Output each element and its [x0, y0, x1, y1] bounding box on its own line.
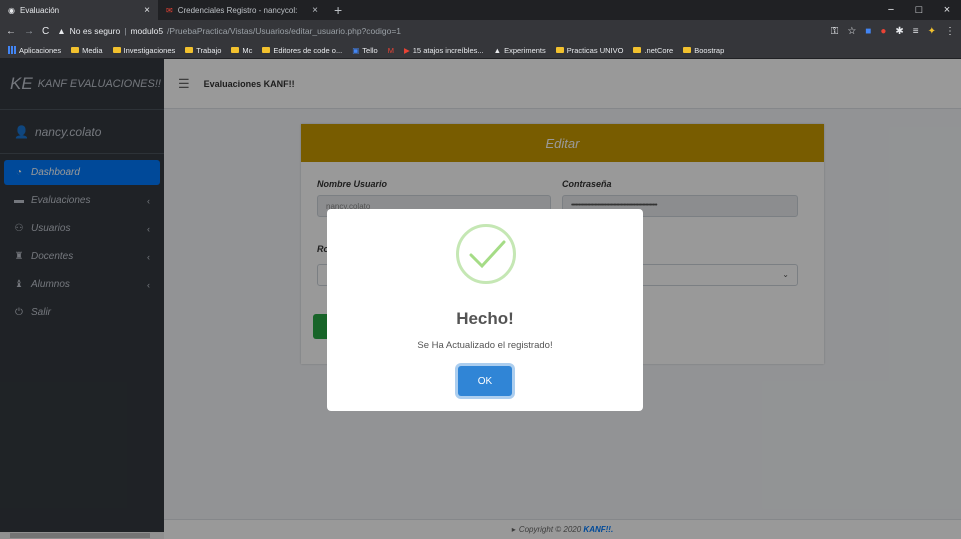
- address-bar[interactable]: ▲ No es seguro | modulo5/PruebaPractica/…: [57, 23, 822, 39]
- bookmarks-bar: Aplicaciones Media Investigaciones Traba…: [0, 42, 961, 59]
- bookmark-folder[interactable]: Practicas UNIVO: [555, 46, 623, 55]
- insecure-label: No es seguro: [69, 26, 121, 36]
- minimize-icon[interactable]: −: [877, 0, 905, 20]
- maximize-icon[interactable]: □: [905, 0, 933, 20]
- bookmark-folder[interactable]: Investigaciones: [112, 46, 175, 55]
- success-dialog: Hecho! Se Ha Actualizado el registrado! …: [327, 209, 643, 411]
- globe-icon: ◉: [8, 5, 15, 15]
- close-window-icon[interactable]: ×: [933, 0, 961, 20]
- tab-title: Evaluación: [19, 5, 60, 15]
- new-tab-button[interactable]: +: [326, 0, 350, 20]
- bookmark-gmail[interactable]: M: [388, 46, 394, 55]
- success-check-icon: [456, 224, 516, 284]
- tab-evaluacion[interactable]: ◉ Evaluación ×: [0, 0, 158, 20]
- star-icon[interactable]: ☆: [847, 26, 856, 37]
- url-path: /PruebaPractica/Vistas/Usuarios/editar_u…: [167, 26, 402, 36]
- youtube-icon: ▶: [403, 45, 410, 55]
- dialog-title: Hecho!: [456, 309, 514, 328]
- url-host: modulo5: [130, 26, 164, 36]
- tab-credenciales[interactable]: ✉ Credenciales Registro - nancycol: ×: [158, 0, 326, 20]
- bookmark-youtube[interactable]: ▶ 15 atajos increíbles...: [404, 46, 484, 55]
- key-icon[interactable]: ⚿: [831, 26, 839, 37]
- folder-icon: [231, 47, 240, 53]
- bookmark-folder[interactable]: Trabajo: [185, 46, 221, 55]
- close-tab-icon[interactable]: ×: [144, 5, 150, 16]
- bookmark-folder[interactable]: Editores de code o...: [262, 46, 342, 55]
- tello-icon: ▣: [352, 45, 360, 55]
- apps-icon: [8, 46, 16, 54]
- close-tab-icon[interactable]: ×: [312, 5, 318, 16]
- forward-icon[interactable]: →: [24, 26, 34, 37]
- bookmark-folder[interactable]: Boostrap: [683, 46, 724, 55]
- extension-icons: ⚿ ☆ ■ ● ✱ ≡ ✦ ⋮: [831, 26, 955, 37]
- folder-icon: [71, 47, 80, 53]
- bookmark-tello[interactable]: ▣ Tello: [352, 46, 378, 55]
- ok-button[interactable]: OK: [458, 366, 512, 396]
- gmail-icon: M: [387, 45, 394, 55]
- folder-icon: [683, 47, 692, 53]
- puzzle-icon[interactable]: ✱: [895, 26, 903, 37]
- folder-icon: [555, 47, 564, 53]
- folder-icon: [185, 47, 194, 53]
- warning-icon: ▲: [57, 26, 66, 36]
- folder-icon: [262, 47, 271, 53]
- bookmark-folder[interactable]: Mc: [231, 46, 252, 55]
- reload-icon[interactable]: C: [42, 26, 49, 37]
- back-icon[interactable]: ←: [6, 26, 16, 37]
- bookmark-folder[interactable]: .netCore: [633, 46, 673, 55]
- gmail-icon: ✉: [166, 5, 173, 15]
- browser-toolbar: ← → C ▲ No es seguro | modulo5/PruebaPra…: [0, 20, 961, 42]
- playlist-icon[interactable]: ≡: [913, 26, 919, 37]
- dialog-message: Se Ha Actualizado el registrado!: [417, 340, 553, 351]
- window-controls: − □ ×: [877, 0, 961, 20]
- bookmark-folder[interactable]: Media: [71, 46, 103, 55]
- browser-tab-strip: ◉ Evaluación × ✉ Credenciales Registro -…: [0, 0, 961, 20]
- folder-icon: [112, 47, 121, 53]
- folder-icon: [633, 47, 642, 53]
- bookmark-experiments[interactable]: ▲ Experiments: [494, 46, 546, 55]
- tab-title: Credenciales Registro - nancycol:: [177, 5, 298, 15]
- extension-icon[interactable]: ■: [865, 26, 871, 37]
- bookmark-apps[interactable]: Aplicaciones: [8, 46, 61, 55]
- menu-icon[interactable]: ⋮: [945, 26, 955, 37]
- profile-icon[interactable]: ✦: [928, 26, 936, 37]
- record-icon[interactable]: ●: [880, 26, 886, 37]
- flask-icon: ▲: [493, 45, 502, 55]
